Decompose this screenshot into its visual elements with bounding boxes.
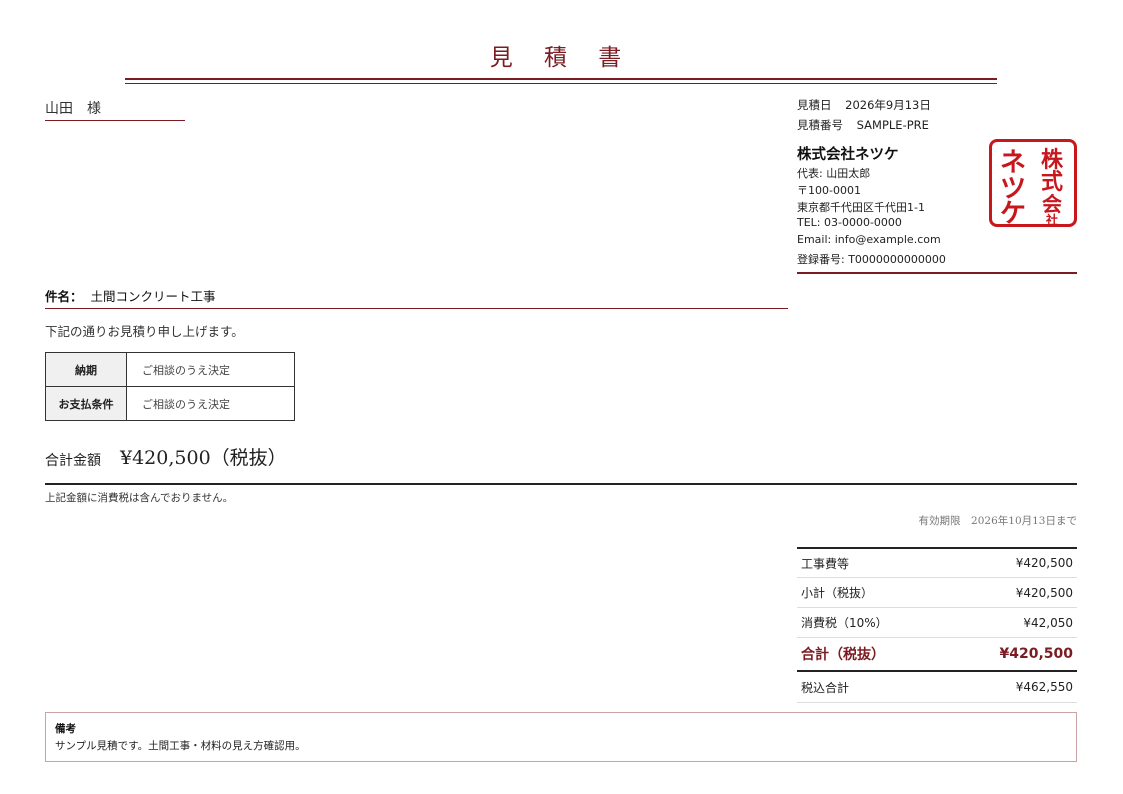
table-row: 納期 ご相談のうえ決定 <box>45 352 295 387</box>
company-address: 東京都千代田区千代田1-1 <box>797 201 925 214</box>
terms-table: 納期 ご相談のうえ決定 お支払条件 ご相談のうえ決定 <box>45 352 295 421</box>
estimate-date-label: 見積日 <box>797 98 832 112</box>
company-seal-stamp: 株 式 会 社 ネ ツ ケ <box>989 139 1077 229</box>
company-tel: TEL: 03-0000-0000 <box>797 216 902 229</box>
total-amount-label: 合計金額 <box>45 453 101 469</box>
company-postal: 〒100-0001 <box>797 184 861 197</box>
title-double-rule <box>125 78 997 80</box>
summary-row-construction: 工事費等 ¥420,500 <box>797 547 1077 578</box>
total-amount-value: ¥420,500（税抜） <box>120 447 287 469</box>
summary-row-subtotal: 小計（税抜） ¥420,500 <box>797 578 1077 608</box>
summary-row-total: 合計（税抜） ¥420,500 <box>797 638 1077 672</box>
estimate-date-value: 2026年9月13日 <box>845 98 931 112</box>
remarks-title: 備考 <box>55 723 76 735</box>
summary-label: 小計（税抜） <box>801 586 874 600</box>
estimate-number-label: 見積番号 <box>797 118 843 132</box>
summary-table: 工事費等 ¥420,500 小計（税抜） ¥420,500 消費税（10%） ¥… <box>797 547 1077 705</box>
subject-rule <box>45 308 788 309</box>
estimate-date-row: 見積日 2026年9月13日 <box>797 97 931 113</box>
recipient-name: 山田 様 <box>45 98 185 121</box>
title-double-rule-inner <box>125 83 997 84</box>
subject-value: 土間コンクリート工事 <box>90 289 216 304</box>
terms-value-delivery: ご相談のうえ決定 <box>126 352 295 387</box>
summary-label: 税込合計 <box>801 680 850 695</box>
remarks-box: 備考 サンプル見積です。土間工事・材料の見え方確認用。 <box>45 712 1077 762</box>
summary-label: 工事費等 <box>801 556 850 571</box>
company-registration: 登録番号: T0000000000000 <box>797 253 946 266</box>
svg-text:社: 社 <box>1045 212 1058 224</box>
subject-label: 件名： <box>45 289 83 304</box>
estimate-number-row: 見積番号 SAMPLE-PRE <box>797 117 929 133</box>
estimate-number-value: SAMPLE-PRE <box>856 118 929 132</box>
summary-label: 消費税（10%） <box>801 616 888 630</box>
lead-text: 下記の通りお見積り申し上げます。 <box>45 324 244 339</box>
table-row: お支払条件 ご相談のうえ決定 <box>45 386 295 421</box>
terms-label-delivery: 納期 <box>45 352 127 387</box>
company-block-rule <box>797 272 1077 274</box>
terms-value-payment: ご相談のうえ決定 <box>126 386 295 421</box>
subject-line: 件名： 土間コンクリート工事 <box>45 286 216 305</box>
summary-row-tax-included: 税込合計 ¥462,550 <box>797 672 1077 703</box>
summary-value: ¥420,500 <box>1015 556 1073 570</box>
company-email: Email: info@example.com <box>797 233 941 246</box>
summary-row-tax: 消費税（10%） ¥42,050 <box>797 608 1077 638</box>
summary-label: 合計（税抜） <box>801 647 885 663</box>
tax-note: 上記金額に消費税は含んでおりません。 <box>45 492 234 504</box>
seal-glyphs: 株 式 会 社 ネ ツ ケ <box>1000 148 1064 229</box>
summary-value: ¥420,500 <box>999 646 1073 662</box>
terms-label-payment: お支払条件 <box>45 386 127 421</box>
total-rule <box>45 483 1077 485</box>
summary-value: ¥420,500 <box>1015 585 1073 600</box>
company-name: 株式会社ネツケ <box>797 147 899 163</box>
remarks-body: サンプル見積です。土間工事・材料の見え方確認用。 <box>55 740 306 752</box>
summary-value: ¥462,550 <box>1015 680 1073 694</box>
summary-value: ¥42,050 <box>1023 615 1073 630</box>
document-title: 見 積 書 <box>489 45 634 71</box>
validity-period: 有効期限 2026年10月13日まで <box>918 515 1077 527</box>
company-representative: 代表: 山田太郎 <box>797 167 871 180</box>
svg-text:ケ: ケ <box>1000 199 1026 224</box>
